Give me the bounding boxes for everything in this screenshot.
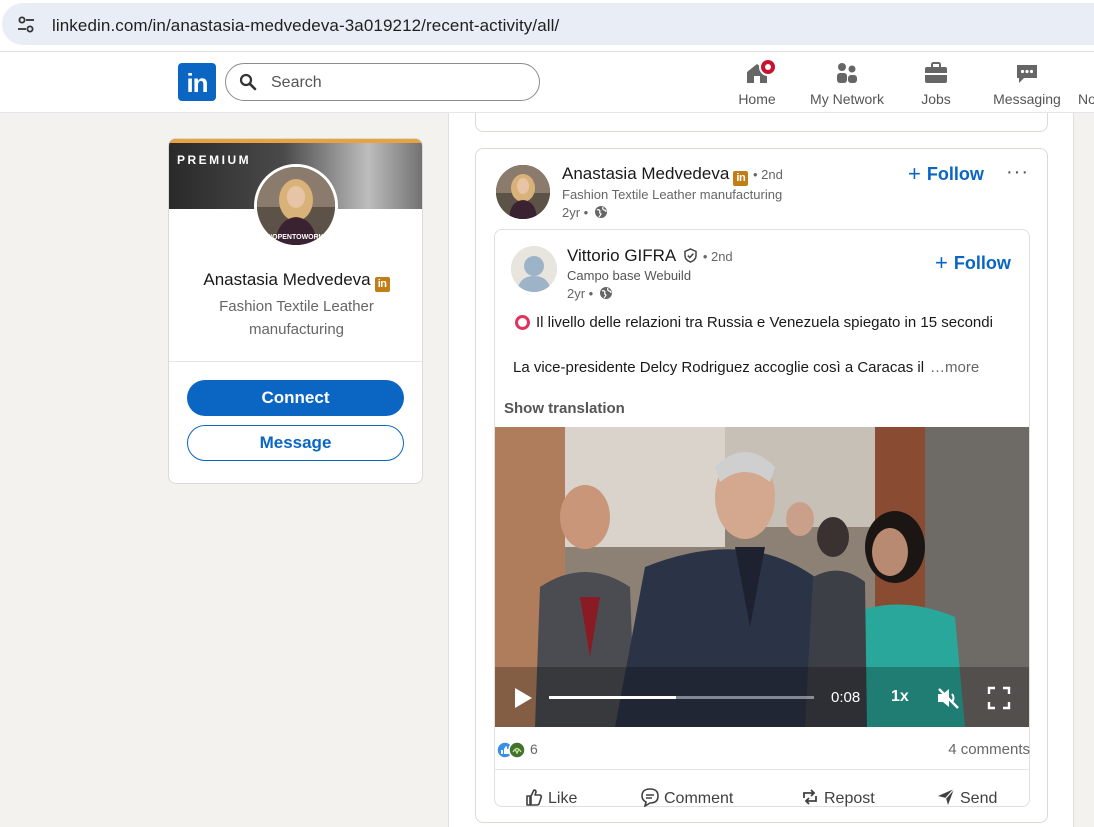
fullscreen-icon[interactable] [987, 686, 1011, 710]
notification-badge [759, 58, 777, 76]
feed-post: Anastasia Medvedeva in • 2nd Fashion Text… [475, 148, 1048, 823]
search-input[interactable] [271, 72, 521, 94]
nav-jobs[interactable]: Jobs [916, 58, 956, 108]
profile-name[interactable]: Anastasia Medvedeva in [169, 270, 422, 292]
comment-button[interactable]: Comment [640, 787, 733, 808]
shared-author-headline: Campo base Webuild [567, 268, 692, 283]
globe-icon [599, 287, 612, 299]
video-timecode: 0:08 [831, 689, 861, 706]
show-translation-link[interactable]: Show translation [504, 400, 625, 417]
send-icon [938, 788, 955, 805]
profile-headline: Fashion Textile Leather manufacturing [219, 298, 374, 338]
comment-icon [641, 788, 659, 808]
reaction-icons[interactable] [496, 741, 532, 759]
url-text[interactable]: linkedin.com/in/anastasia-medvedeva-3a01… [52, 16, 559, 36]
linkedin-logo[interactable]: in [178, 63, 216, 101]
author-avatar[interactable] [496, 165, 550, 219]
tune-icon[interactable] [16, 15, 36, 35]
person-placeholder-icon [511, 246, 557, 292]
follow-button[interactable]: + Follow [935, 250, 1011, 276]
video-progress-fill [549, 696, 677, 699]
author-photo [496, 165, 550, 219]
nav-messaging[interactable]: Messaging [992, 58, 1062, 108]
verified-icon [684, 248, 697, 263]
messaging-icon [1017, 65, 1037, 83]
repost-button[interactable]: Repost [800, 787, 875, 808]
profile-photo: #OPENTOWORK [257, 167, 335, 245]
post-text-line: La vice-presidente Delcy Rodriguez accog… [513, 359, 980, 376]
premium-label: PREMIUM [177, 153, 252, 167]
divider [169, 361, 422, 362]
post-author-name[interactable]: Anastasia Medvedeva in • 2nd [562, 164, 783, 186]
more-options-button[interactable]: ··· [1006, 161, 1029, 184]
muted-speaker-icon[interactable] [935, 685, 961, 711]
nav-my-network[interactable]: My Network [808, 58, 886, 108]
playback-speed-button[interactable]: 1x [891, 688, 909, 706]
red-circle-icon [515, 315, 530, 330]
premium-accent-line [169, 139, 422, 143]
video-player[interactable]: 0:08 1x [495, 427, 1029, 727]
message-button[interactable]: Message [187, 425, 404, 461]
search-box[interactable] [225, 63, 540, 101]
previous-post-card [475, 113, 1048, 132]
briefcase-icon [925, 62, 947, 83]
plus-icon: + [908, 161, 921, 186]
video-progress-bar[interactable] [549, 696, 814, 699]
search-icon [239, 73, 257, 91]
opentowork-frame-text: #OPENTOWORK [268, 234, 324, 241]
shared-author-avatar[interactable] [511, 246, 557, 292]
shared-author-name[interactable]: Vittorio GIFRA • 2nd [567, 246, 733, 266]
divider [494, 769, 1030, 770]
premium-badge-icon: in [374, 277, 390, 292]
nav-home[interactable]: Home [734, 58, 780, 108]
premium-badge-icon: in [733, 171, 749, 186]
video-controls: 0:08 1x [495, 677, 1029, 717]
nav-notifications[interactable]: No [1078, 58, 1094, 108]
plus-icon: + [935, 250, 948, 275]
omnibox[interactable]: linkedin.com/in/anastasia-medvedeva-3a01… [2, 3, 1094, 45]
thumbs-up-icon [526, 789, 543, 806]
connection-degree: • 2nd [702, 249, 733, 264]
social-counts: 6 4 comments [494, 741, 1030, 761]
globe-icon [594, 206, 607, 218]
post-timestamp: 2yr • [562, 205, 608, 220]
top-nav: in Home My Network Jobs Me [0, 52, 1094, 113]
like-button[interactable]: Like [524, 787, 577, 808]
follow-button[interactable]: + Follow [908, 161, 984, 187]
send-button[interactable]: Send [936, 787, 997, 808]
connect-button[interactable]: Connect [187, 380, 404, 416]
browser-address-bar: linkedin.com/in/anastasia-medvedeva-3a01… [0, 0, 1094, 52]
repost-icon [803, 789, 817, 805]
profile-card: PREMIUM #OPENTOWORK Anastasia Medvedeva i… [168, 138, 423, 484]
network-icon [837, 63, 857, 83]
post-author-headline: Fashion Textile Leather manufacturing [562, 187, 783, 202]
profile-avatar[interactable]: #OPENTOWORK [254, 164, 338, 248]
post-text-line: Il livello delle relazioni tra Russia e … [515, 314, 993, 331]
reactions-count[interactable]: 6 [530, 741, 538, 757]
shared-post[interactable]: Vittorio GIFRA • 2nd Campo base Webuild … [494, 229, 1030, 807]
shared-post-timestamp: 2yr • [567, 286, 613, 301]
connection-degree: • 2nd [753, 167, 783, 182]
comments-count[interactable]: 4 comments [948, 741, 1030, 758]
post-actions: Like Comment Repost Send [476, 781, 1049, 813]
see-more-link[interactable]: …more [930, 359, 979, 376]
play-icon[interactable] [513, 687, 533, 709]
